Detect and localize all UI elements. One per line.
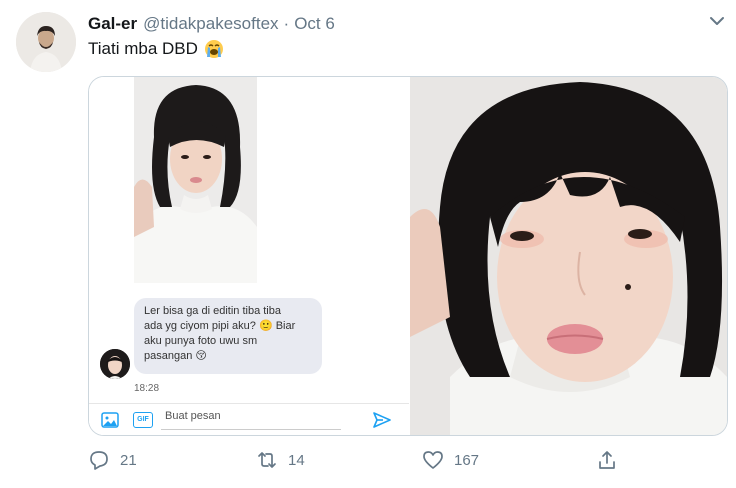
gif-icon[interactable]: GIF bbox=[133, 412, 153, 428]
tweet-actions: 21 14 167 bbox=[88, 448, 648, 472]
tweet-text: Tiati mba DBD bbox=[88, 39, 224, 59]
tweet[interactable]: Gal-er @tidakpakesoftex · Oct 6 Tiati mb… bbox=[0, 0, 736, 488]
tweet-header: Gal-er @tidakpakesoftex · Oct 6 bbox=[88, 12, 335, 36]
image-icon[interactable] bbox=[101, 412, 119, 428]
selfie-photo[interactable] bbox=[410, 77, 727, 435]
like-count: 167 bbox=[454, 451, 480, 469]
tweet-text-content: Tiati mba DBD bbox=[88, 39, 198, 58]
chat-timestamp: 18:28 bbox=[134, 383, 160, 394]
tweet-date[interactable]: Oct 6 bbox=[294, 14, 335, 34]
media-container[interactable]: Ler bisa ga di editin tiba tiba ada yg c… bbox=[88, 76, 728, 436]
reply-icon bbox=[90, 451, 108, 470]
chat-message-line: pasangan 😚 bbox=[144, 350, 207, 362]
separator-dot: · bbox=[283, 14, 290, 33]
share-icon bbox=[599, 451, 615, 469]
send-icon[interactable] bbox=[372, 411, 392, 429]
retweet-button[interactable]: 14 bbox=[256, 448, 305, 472]
avatar[interactable] bbox=[16, 12, 76, 72]
like-button[interactable]: 167 bbox=[422, 448, 479, 472]
chevron-down-icon[interactable] bbox=[706, 10, 728, 32]
input-underline bbox=[161, 429, 341, 430]
chat-message-line: aku punya foto uwu sm bbox=[144, 335, 258, 347]
chat-message-bubble: Ler bisa ga di editin tiba tiba ada yg c… bbox=[134, 298, 322, 374]
chat-input-bar: GIF Buat pesan bbox=[89, 403, 409, 435]
loudly-crying-face-icon bbox=[204, 39, 224, 59]
chat-message-line: ada yg ciyom pipi aku? 🙂 Biar bbox=[144, 320, 296, 332]
reply-count: 21 bbox=[120, 451, 137, 469]
reply-button[interactable]: 21 bbox=[88, 448, 137, 472]
chat-screenshot[interactable]: Ler bisa ga di editin tiba tiba ada yg c… bbox=[89, 77, 409, 435]
chat-message-line: Ler bisa ga di editin tiba tiba bbox=[144, 305, 281, 317]
user-handle[interactable]: @tidakpakesoftex bbox=[143, 14, 278, 34]
share-button[interactable] bbox=[596, 448, 628, 472]
chat-photo bbox=[134, 77, 257, 283]
like-icon bbox=[423, 451, 443, 469]
chat-sender-avatar bbox=[100, 349, 130, 379]
chat-message-input[interactable]: Buat pesan bbox=[165, 410, 221, 422]
retweet-icon bbox=[258, 452, 276, 468]
display-name[interactable]: Gal-er bbox=[88, 14, 137, 34]
retweet-count: 14 bbox=[288, 451, 305, 469]
